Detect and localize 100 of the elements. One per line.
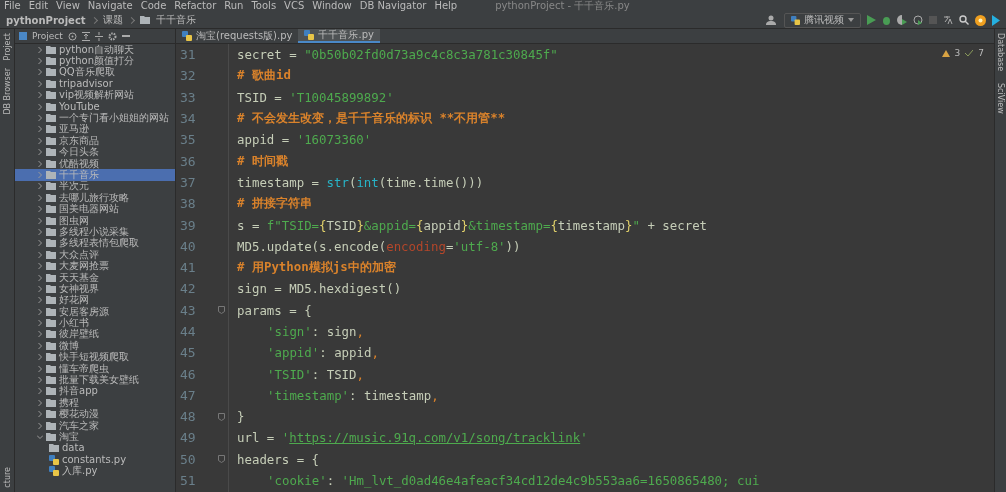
tree-item[interactable]: 快手短视频爬取 <box>15 351 175 363</box>
tree-item[interactable]: 大麦网抢票 <box>15 260 175 272</box>
menu-item[interactable]: Window <box>312 0 352 12</box>
structure-tool-tab[interactable]: cture <box>2 467 12 488</box>
tree-item[interactable]: 微博 <box>15 340 175 352</box>
collapse-all-icon[interactable] <box>94 31 103 41</box>
menu-item[interactable]: Help <box>434 0 458 12</box>
check-icon[interactable] <box>965 49 974 57</box>
run-configuration-dropdown[interactable]: 腾讯视频 <box>784 12 861 28</box>
tree-item[interactable]: 国美电器网站 <box>15 203 175 215</box>
minimize-icon[interactable] <box>121 35 130 37</box>
tree-item[interactable]: vip视频解析网站 <box>15 89 175 101</box>
code-line: 'TSID': TSID, <box>266 365 364 384</box>
python-file-icon <box>182 31 192 41</box>
menu-item[interactable]: Edit <box>28 0 49 12</box>
tree-item[interactable]: 大众点评 <box>15 249 175 261</box>
translate-icon[interactable] <box>943 15 953 25</box>
project-view-dropdown[interactable]: Project <box>32 31 63 41</box>
line-number: 49 <box>180 430 196 446</box>
line-number: 31 <box>180 47 196 63</box>
tree-item[interactable]: 小红书 <box>15 317 175 329</box>
warning-icon[interactable] <box>941 49 950 57</box>
line-number: 43 <box>180 302 196 318</box>
db-browser-tool-tab[interactable]: DB Browser <box>2 68 12 115</box>
tree-item[interactable]: 女神视界 <box>15 283 175 295</box>
menu-item[interactable]: DB Navigator <box>359 0 427 12</box>
tree-item[interactable]: 去哪儿旅行攻略 <box>15 192 175 204</box>
database-tool-tab[interactable]: Database <box>996 33 1005 72</box>
menu-item[interactable]: File <box>4 0 21 12</box>
code-line: # 时间戳 <box>237 151 288 170</box>
menu-item[interactable]: Refactor <box>174 0 217 12</box>
code-line: 'sign': sign, <box>266 323 364 341</box>
tree-item[interactable]: constants.py <box>15 454 175 466</box>
tree-item[interactable]: 京东商品 <box>15 135 175 147</box>
tree-item[interactable]: QQ音乐爬取 <box>15 66 175 79</box>
tree-item[interactable]: 入库.py <box>15 465 175 477</box>
code-line: appid = '16073360' <box>237 131 372 150</box>
line-number: 47 <box>180 387 196 403</box>
tree-item[interactable]: 今日头条 <box>15 146 175 158</box>
tree-item[interactable]: 好花网 <box>15 294 175 306</box>
plugin-icon[interactable] <box>975 14 986 26</box>
locate-icon[interactable] <box>67 31 77 41</box>
tree-item[interactable]: 淘宝 <box>15 431 175 443</box>
tree-item[interactable]: 安居客房源 <box>15 306 175 318</box>
line-number: 48 <box>180 409 196 425</box>
coverage-icon[interactable] <box>897 15 907 25</box>
tree-item[interactable]: 携程 <box>15 397 175 409</box>
code-line: timestamp = str(int(time.time())) <box>237 173 484 192</box>
code-line: 'cookie': 'Hm_lvt_d0ad46e4afeacf34cd12de4c9b553aa6=1650865480; cui <box>266 472 760 491</box>
menu-item[interactable]: Navigate <box>87 0 133 12</box>
breadcrumb-item[interactable]: 课题 <box>102 13 123 27</box>
gear-icon[interactable] <box>107 31 117 41</box>
search-icon[interactable] <box>959 15 969 25</box>
tree-item[interactable]: 彼岸壁纸 <box>15 328 175 341</box>
menu-item[interactable]: Tools <box>251 0 277 12</box>
menu-item[interactable]: Run <box>224 0 244 12</box>
editor-tab[interactable]: 千千音乐.py <box>298 29 380 43</box>
code-line: MD5.update(s.encode(encoding='utf-8')) <box>237 237 521 256</box>
tree-item[interactable]: 多线程小说采集 <box>15 226 175 238</box>
tree-item[interactable]: YouTube <box>15 100 175 113</box>
fold-marker-icon[interactable] <box>218 306 225 315</box>
tree-item[interactable]: 一个专门看小姐姐的网站 <box>15 112 175 124</box>
code-line: } <box>237 408 245 427</box>
code-line: # 用Python模拟js中的加密 <box>237 258 396 277</box>
tree-item[interactable]: 天天基金 <box>15 271 175 284</box>
tree-item[interactable]: data <box>15 442 175 455</box>
tree-item[interactable]: 亚马逊 <box>15 123 175 136</box>
fold-marker-icon[interactable] <box>218 455 225 464</box>
breadcrumb-item[interactable]: 千千音乐 <box>155 13 196 27</box>
tree-item[interactable]: python自动聊天 <box>15 44 175 56</box>
bug-icon[interactable] <box>882 15 891 25</box>
tree-item[interactable]: 抖音app <box>15 385 175 398</box>
fold-marker-icon[interactable] <box>218 412 225 421</box>
project-tool-tab[interactable]: Project <box>2 33 12 61</box>
run-icon[interactable] <box>867 15 876 25</box>
tree-item[interactable]: 半次元 <box>15 180 175 193</box>
tree-item[interactable]: 樱花动漫 <box>15 408 175 420</box>
tree-item[interactable]: 汽车之家 <box>15 419 175 432</box>
breadcrumb-item[interactable]: pythonProject <box>6 14 86 26</box>
tree-item[interactable]: 批量下载美女壁纸 <box>15 374 175 386</box>
menu-item[interactable]: VCS <box>284 0 305 12</box>
tree-item[interactable]: 懂车帝爬虫 <box>15 362 175 375</box>
sciview-tool-tab[interactable]: SciView <box>996 83 1005 114</box>
warning-count: 3 <box>954 48 961 58</box>
code-line: s = f"TSID={TSID}&appid={appid}&timestamp={timestamp}" + secret <box>237 216 708 235</box>
tree-item[interactable]: 优酷视频 <box>15 157 175 170</box>
tree-item[interactable]: tripadvisor <box>15 78 175 90</box>
tree-item[interactable]: python颜值打分 <box>15 55 175 67</box>
chevron-down-icon[interactable] <box>37 433 43 440</box>
menu-item[interactable]: View <box>56 0 80 12</box>
code-line: # 不会发生改变，是千千音乐的标识 **不用管** <box>237 109 506 128</box>
app-icon[interactable] <box>992 14 1000 26</box>
profile-icon[interactable] <box>913 15 923 25</box>
editor-tab[interactable]: 淘宝(requests版).py <box>176 29 299 43</box>
user-icon[interactable] <box>766 15 778 25</box>
code-line: params = { <box>237 301 312 320</box>
tree-item[interactable]: 图虫网 <box>15 214 175 227</box>
expand-all-icon[interactable] <box>81 31 90 41</box>
tree-item[interactable]: 多线程表情包爬取 <box>15 237 175 250</box>
menu-item[interactable]: Code <box>140 0 167 12</box>
